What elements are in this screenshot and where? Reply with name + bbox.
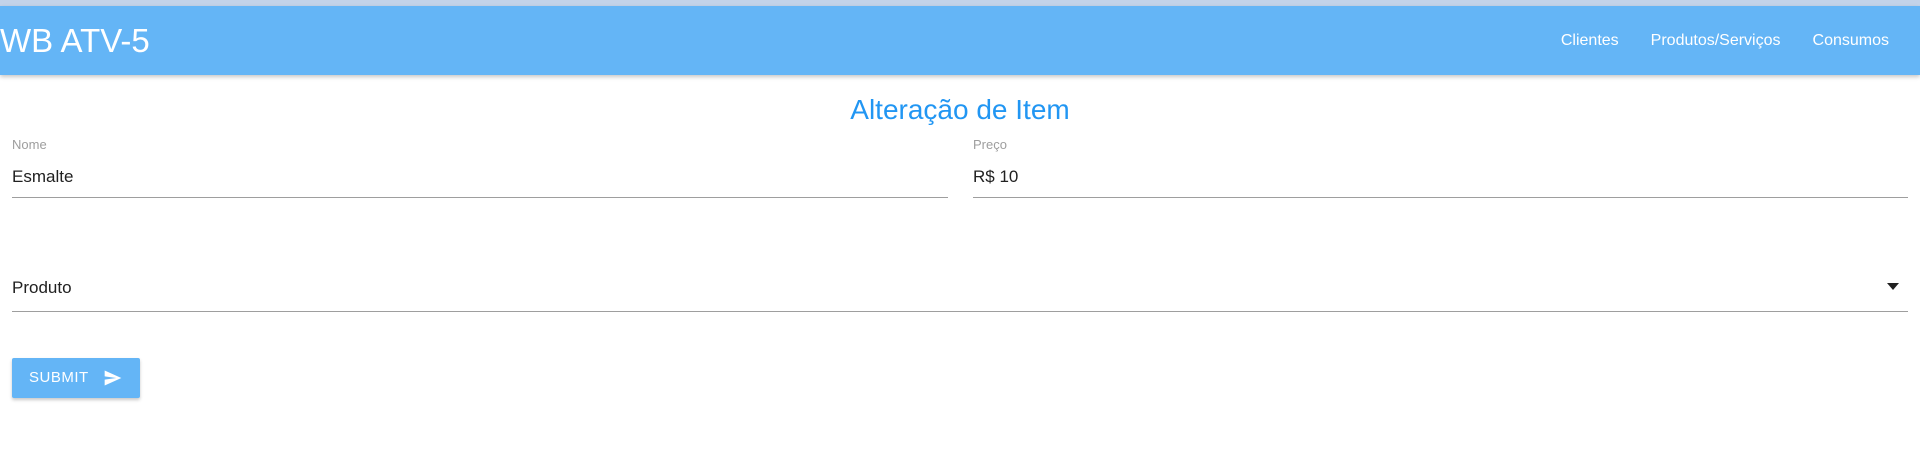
preco-input[interactable] bbox=[973, 165, 1908, 189]
nav-links: Clientes Produtos/Serviços Consumos bbox=[1545, 6, 1905, 75]
nome-underline bbox=[12, 197, 948, 198]
tipo-select[interactable]: Produto bbox=[12, 270, 1908, 312]
preco-label: Preço bbox=[973, 137, 1007, 152]
tipo-select-underline bbox=[12, 311, 1908, 312]
navbar: WB ATV-5 Clientes Produtos/Serviços Cons… bbox=[0, 6, 1920, 75]
nav-link-clientes[interactable]: Clientes bbox=[1545, 6, 1635, 75]
submit-button[interactable]: SUBMIT bbox=[12, 358, 140, 398]
caret-down-icon bbox=[1887, 283, 1899, 290]
send-icon bbox=[104, 370, 122, 386]
page-title: Alteração de Item bbox=[850, 94, 1070, 125]
nome-label: Nome bbox=[12, 137, 47, 152]
nome-field: Nome bbox=[12, 137, 948, 199]
tipo-select-value: Produto bbox=[12, 278, 72, 297]
nav-link-consumos[interactable]: Consumos bbox=[1797, 6, 1905, 75]
submit-label: SUBMIT bbox=[29, 369, 89, 386]
preco-underline bbox=[973, 197, 1908, 198]
preco-field: Preço bbox=[973, 137, 1908, 199]
brand-logo[interactable]: WB ATV-5 bbox=[0, 6, 150, 75]
nome-input[interactable] bbox=[12, 165, 948, 189]
nav-link-produtos-servicos[interactable]: Produtos/Serviços bbox=[1635, 6, 1797, 75]
